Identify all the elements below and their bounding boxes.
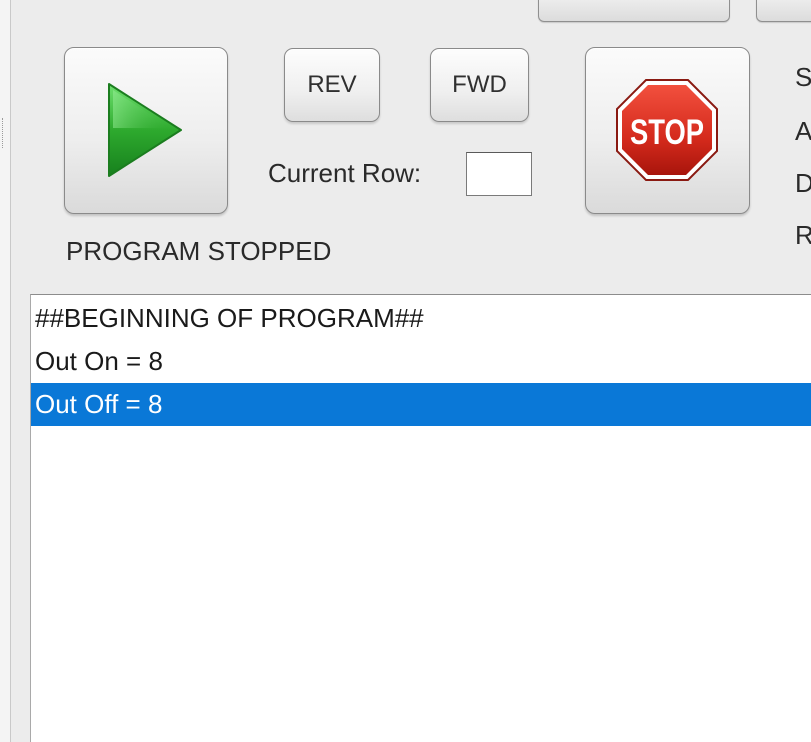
top-toolbar-button-2[interactable] (756, 0, 811, 22)
left-splitter[interactable] (0, 0, 11, 742)
side-label-4: R (795, 220, 811, 250)
rev-button[interactable]: REV (284, 48, 380, 122)
side-label-2: A (795, 116, 811, 146)
splitter-grip[interactable] (2, 118, 5, 148)
program-runner-window: REV FWD Current Row: STOP S A D R PROGRA… (0, 0, 811, 742)
stop-button[interactable]: STOP (585, 47, 750, 214)
current-row-input[interactable] (466, 152, 532, 196)
side-label-1: S (795, 62, 811, 92)
current-row-label: Current Row: (268, 158, 422, 188)
program-line[interactable]: Out On = 8 (31, 340, 811, 383)
top-toolbar-button-1[interactable] (538, 0, 730, 22)
play-button[interactable] (64, 47, 228, 214)
side-label-3: D (795, 168, 811, 198)
program-listbox[interactable]: ##BEGINNING OF PROGRAM## Out On = 8 Out … (30, 294, 811, 742)
program-status-text: PROGRAM STOPPED (66, 236, 332, 266)
stop-sign-icon: STOP (616, 79, 718, 181)
fwd-button-label: FWD (452, 71, 507, 98)
program-line[interactable]: ##BEGINNING OF PROGRAM## (31, 297, 811, 340)
fwd-button[interactable]: FWD (430, 48, 529, 122)
play-triangle-icon (108, 83, 182, 177)
rev-button-label: REV (307, 71, 357, 98)
program-line-selected[interactable]: Out Off = 8 (31, 383, 811, 426)
stop-sign-text: STOP (630, 113, 704, 152)
